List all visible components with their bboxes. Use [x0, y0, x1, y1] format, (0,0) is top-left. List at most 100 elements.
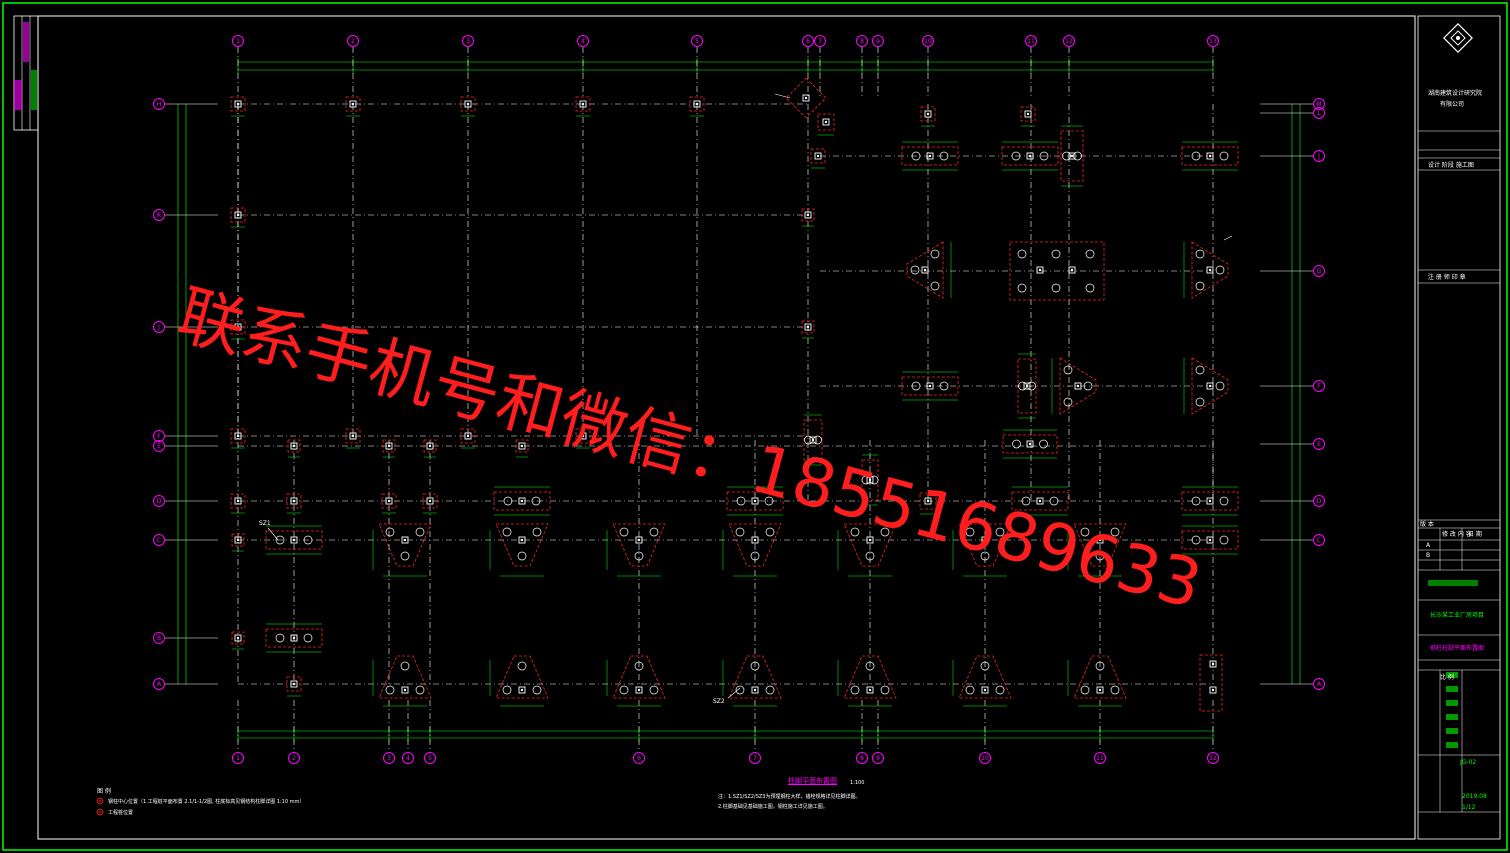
pile [1215, 265, 1225, 275]
signature-stamp [1446, 700, 1458, 706]
pile [517, 551, 527, 561]
pile [1039, 439, 1048, 449]
column-center [236, 636, 240, 640]
pile [1080, 685, 1090, 695]
column-center [1208, 268, 1212, 272]
pile [765, 527, 775, 537]
column-center [926, 112, 930, 116]
pile [415, 685, 425, 695]
plan-title: 柱脚平面布置图 [788, 777, 837, 785]
pile [910, 265, 920, 275]
left-axis-bubble-label: K [157, 212, 162, 219]
revision-row-a: A [1426, 542, 1431, 549]
top-axis-bubble-label: 5 [695, 38, 699, 45]
pile [502, 685, 512, 695]
pile [385, 527, 395, 537]
pile [965, 685, 975, 695]
top-axis-bubble-label: 12 [1065, 38, 1073, 45]
column-center [806, 325, 810, 329]
top-axis-bubble-label: 3 [466, 38, 470, 45]
signature-stamp [1446, 728, 1458, 734]
right-axis-bubble-label: F [1317, 383, 1321, 390]
note-line-2: 工程桩位置 [108, 810, 134, 816]
column-center [1208, 154, 1212, 158]
column-center [637, 688, 641, 692]
sz2-label: SZ2 [713, 698, 725, 705]
column-center [811, 438, 815, 442]
signature-stamp [1446, 714, 1458, 720]
bottom-axis-bubble-label: 7 [753, 755, 757, 762]
pile [1219, 535, 1229, 545]
column-center [236, 499, 240, 503]
column-center [753, 538, 757, 542]
column-center [1026, 112, 1030, 116]
left-axis-bubble-label: F [157, 433, 161, 440]
pile [1219, 496, 1229, 506]
right-axis-bubble-label: G [1317, 268, 1322, 275]
design-stage: 设计 阶段 施工图 [1428, 162, 1474, 169]
sz1-label: SZ1 [259, 520, 271, 527]
pile [965, 527, 975, 537]
pile [532, 685, 542, 695]
project-name: 长沙某工业厂房项目 [1430, 612, 1485, 619]
column-center [824, 120, 828, 124]
column-center [1028, 442, 1032, 446]
drawing-name: 钢柱柱脚平面布置图 [1430, 645, 1485, 652]
column-center [983, 538, 987, 542]
bottom-axis-bubble-label: 8 [860, 755, 864, 762]
column-center [1076, 384, 1080, 388]
pile [400, 661, 410, 671]
scale-label: 比 例 [1440, 674, 1454, 681]
column-center [1208, 499, 1212, 503]
pile [850, 527, 860, 537]
right-axis-bubble-label: C [1317, 537, 1321, 544]
pile [1110, 685, 1120, 695]
binding-strip [13, 15, 39, 131]
drawing-frame [37, 15, 1416, 840]
pile [517, 661, 527, 671]
column-center [1098, 538, 1102, 542]
column-center [520, 538, 524, 542]
column-center [403, 538, 407, 542]
column-center [804, 96, 808, 100]
top-axis-bubble-label: 1 [236, 38, 240, 45]
foundation-plan: 1 2 3 4 5 6 7 8 9 10 11 12 131 2 3 4 5 6 7 8 9 10 11 12HKJFEDCB… [96, 35, 1325, 816]
project-stamp [1428, 580, 1478, 586]
column-center [236, 102, 240, 106]
pile [502, 527, 512, 537]
top-axis-bubble-label: 6 [806, 38, 810, 45]
notes-title: 图 例 [97, 788, 111, 795]
column-center [292, 499, 296, 503]
pile [1195, 249, 1205, 259]
pile [400, 551, 410, 561]
right-axis-bubble-label: E [1317, 441, 1321, 448]
revision-row-b: B [1426, 552, 1431, 559]
leader-line [267, 527, 279, 541]
left-axis-bubble-label: B [157, 635, 161, 642]
column-center [1025, 384, 1029, 388]
pile [649, 527, 659, 537]
left-axis-bubble-label: J [157, 324, 160, 331]
pile [303, 633, 313, 643]
column-center [868, 478, 872, 482]
drawing-number: JG-02 [1460, 759, 1477, 766]
column-center [466, 434, 470, 438]
bottom-axis-bubble-label: 10 [981, 755, 989, 762]
right-axis-bubble-label: J [1317, 153, 1320, 160]
left-axis-bubble-label: H [157, 101, 162, 108]
column-center [816, 154, 820, 158]
column-center [387, 444, 391, 448]
column-center [1038, 499, 1042, 503]
plan-scale: 1:100 [850, 780, 865, 786]
column-center [923, 268, 927, 272]
pile [765, 685, 775, 695]
pile [880, 685, 890, 695]
column-center [351, 102, 355, 106]
pile [1063, 365, 1073, 375]
pile [995, 685, 1005, 695]
footnote-line-1: 注：1.SZ1/SZ2/SZ3为预埋钢柱大样，锚栓规格详见柱脚详图。 [718, 794, 861, 800]
company-logo [1443, 23, 1473, 53]
column-center [520, 444, 524, 448]
column-center [695, 102, 699, 106]
column-center [520, 688, 524, 692]
